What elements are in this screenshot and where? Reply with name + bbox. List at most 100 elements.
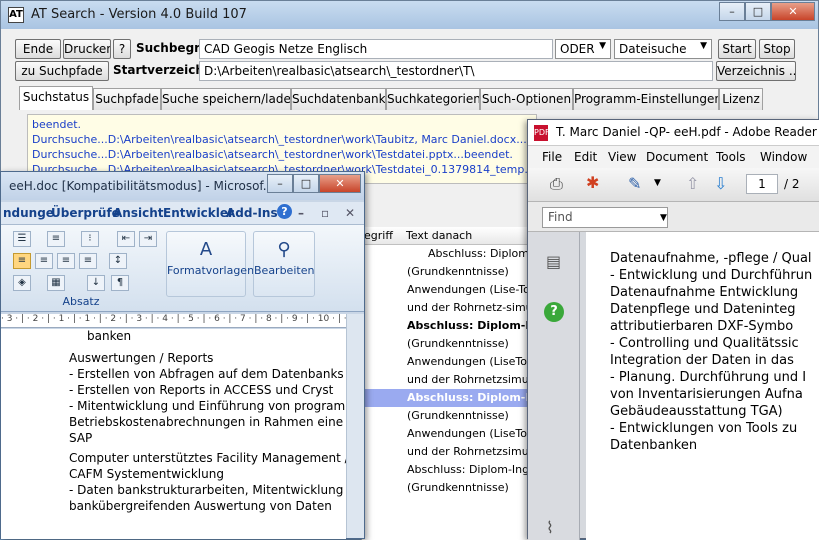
table-row[interactable]: und der Rohrnetzsimul	[362, 443, 529, 461]
pdf-line: Datenaufnahme Entwicklung	[610, 285, 799, 300]
table-row[interactable]: (Grundkenntnisse)	[362, 479, 529, 497]
tab-suchstatus[interactable]: Suchstatus	[19, 86, 93, 110]
ribbon-minimize-icon[interactable]: –	[298, 206, 304, 220]
ribbon-tab-add-ins[interactable]: Add-Ins	[226, 206, 278, 220]
word-maximize-button[interactable]: □	[293, 174, 319, 193]
table-row[interactable]: Abschluss: Diplom-Ing	[362, 317, 529, 335]
align-left-icon[interactable]: ≡	[13, 253, 31, 269]
stop-button[interactable]: Stop	[759, 39, 795, 59]
help-icon[interactable]: ?	[277, 204, 292, 219]
chevron-down-icon: ▼	[599, 41, 606, 51]
pages-icon[interactable]: ▤	[546, 252, 561, 271]
attachment-icon[interactable]: ⌇	[546, 518, 554, 537]
table-row[interactable]: Anwendungen (LiseToc	[362, 425, 529, 443]
increase-indent-icon[interactable]: ⇥	[139, 231, 157, 247]
menu-edit[interactable]: Edit	[574, 150, 597, 164]
table-row[interactable]: (Grundkenntnisse)	[362, 263, 529, 281]
tab-such-optionen[interactable]: Such-Optionen	[480, 88, 573, 110]
chevron-down-icon[interactable]: ▼	[654, 178, 661, 188]
table-row[interactable]: Anwendungen (Lise-To	[362, 281, 529, 299]
page-number-input[interactable]: 1	[746, 174, 778, 194]
pdf-line: Datenbanken	[610, 438, 698, 453]
tab-suche-speichern[interactable]: Suche speichern/laden	[161, 88, 291, 110]
start-button[interactable]: Start	[718, 39, 756, 59]
tab-suchdatenbank[interactable]: Suchdatenbank	[291, 88, 386, 110]
shading-icon[interactable]: ◈	[13, 275, 31, 291]
show-marks-icon[interactable]: ¶	[111, 275, 129, 291]
at-maximize-button[interactable]: □	[745, 2, 771, 21]
at-close-button[interactable]: ✕	[771, 2, 815, 21]
at-minimize-button[interactable]: –	[719, 2, 745, 21]
word-minimize-button[interactable]: –	[267, 174, 293, 193]
justify-icon[interactable]: ≡	[79, 253, 97, 269]
ribbon-tab-ansicht[interactable]: Ansicht	[113, 206, 163, 220]
table-row[interactable]: Anwendungen (LiseTo	[362, 353, 529, 371]
table-row-selected[interactable]: Abschluss: Diplom-Ing	[362, 389, 529, 407]
borders-icon[interactable]: ▦	[47, 275, 65, 291]
pdf-line: - Planung. Durchführung und I	[610, 370, 807, 385]
align-center-icon[interactable]: ≡	[35, 253, 53, 269]
at-search-titlebar[interactable]: AT AT Search - Version 4.0 Build 107 – □…	[1, 1, 818, 29]
word-titlebar[interactable]: eeH.doc [Kompatibilitätsmodus] - Microso…	[1, 172, 364, 200]
table-row[interactable]: (Grundkenntnisse)	[362, 407, 529, 425]
table-row[interactable]: (Grundkenntnisse)	[362, 335, 529, 353]
menu-file[interactable]: File	[542, 150, 562, 164]
drucken-button[interactable]: Drucken	[63, 39, 111, 59]
formatvorlagen-label: Formatvorlagen	[167, 264, 255, 277]
table-row[interactable]: und der Rohrnetz-simul	[362, 299, 529, 317]
ribbon-restore-icon[interactable]: ▫	[321, 206, 329, 220]
decrease-indent-icon[interactable]: ⇤	[117, 231, 135, 247]
tab-programm-einstellungen[interactable]: Programm-Einstellungen	[573, 88, 719, 110]
menu-tools[interactable]: Tools	[716, 150, 746, 164]
line-spacing-icon[interactable]: ↕	[109, 253, 127, 269]
zu-suchpfade-button[interactable]: zu Suchpfade	[15, 61, 109, 81]
verzeichnis-button[interactable]: Verzeichnis ...	[716, 61, 796, 81]
binoculars-icon: ⚲	[277, 239, 291, 260]
ribbon-tab-sendungen[interactable]: ndunge	[3, 206, 54, 220]
column-header-suchbegriff[interactable]: egriff	[364, 229, 393, 242]
table-row[interactable]: Abschluss: Diplom-	[362, 245, 529, 263]
at-search-app-icon: AT	[8, 7, 24, 23]
sort-icon[interactable]: ↓	[87, 275, 105, 291]
previous-page-icon[interactable]: ⇧	[686, 174, 699, 193]
bullet-list-icon[interactable]: ☰	[13, 231, 31, 247]
tab-suchkategorien[interactable]: Suchkategorien	[386, 88, 480, 110]
align-right-icon[interactable]: ≡	[57, 253, 75, 269]
comment-icon[interactable]: ✎	[628, 174, 641, 193]
pdf-line: Datenpflege und Dateninteg	[610, 302, 796, 317]
formatvorlagen-button[interactable]: A Formatvorlagen	[166, 231, 254, 297]
table-row[interactable]: und der Rohrnetzsimul	[362, 371, 529, 389]
multilevel-list-icon[interactable]: ⁝	[81, 231, 99, 247]
ribbon-tab-entwickler[interactable]: Entwickler	[163, 206, 234, 220]
find-input[interactable]: Find	[542, 207, 668, 228]
operator-select[interactable]: ODER ▼	[555, 39, 611, 59]
print-icon[interactable]: ⎙	[550, 174, 563, 194]
tab-lizenz[interactable]: Lizenz	[719, 88, 763, 110]
word-document-body[interactable]: banken Auswertungen / Reports - Erstelle…	[1, 329, 346, 539]
tab-suchpfade[interactable]: Suchpfade	[93, 88, 161, 110]
reader-page[interactable]: Datenaufnahme, -pflege / Qual - Entwickl…	[586, 232, 819, 540]
chevron-down-icon[interactable]: ▼	[660, 213, 667, 223]
word-vertical-scrollbar[interactable]	[346, 314, 364, 538]
menu-document[interactable]: Document	[646, 150, 708, 164]
suchbegriff-input[interactable]: CAD Geogis Netze Englisch	[199, 39, 553, 59]
help-icon[interactable]: ?	[544, 302, 564, 322]
results-table[interactable]: egriff Text danach Abschluss: Diplom- (G…	[361, 227, 529, 540]
menu-view[interactable]: View	[608, 150, 636, 164]
startverzeichnis-input[interactable]: D:\Arbeiten\realbasic\atsearch\_testordn…	[199, 61, 713, 81]
table-row[interactable]: Abschluss: Diplom-Ing	[362, 461, 529, 479]
help-button[interactable]: ?	[113, 39, 131, 59]
bearbeiten-button[interactable]: ⚲ Bearbeiten	[253, 231, 315, 297]
reader-titlebar[interactable]: PDF T. Marc Daniel -QP- eeH.pdf - Adobe …	[528, 120, 819, 146]
ribbon-tab-ueberpruefen[interactable]: Überprüfe	[51, 206, 120, 220]
collaborate-icon[interactable]: ✱	[586, 173, 599, 192]
searchtype-select[interactable]: Dateisuche ▼	[614, 39, 712, 59]
ende-button[interactable]: Ende	[15, 39, 61, 59]
menu-window[interactable]: Window	[760, 150, 807, 164]
word-close-button[interactable]: ✕	[319, 174, 361, 193]
column-header-text-danach[interactable]: Text danach	[406, 229, 472, 242]
horizontal-ruler[interactable]: · 3 · | · 2 · | · 1 · | · 1 · | · 2 · | …	[1, 314, 346, 328]
next-page-icon[interactable]: ⇩	[714, 174, 727, 193]
numbered-list-icon[interactable]: ≡	[47, 231, 65, 247]
ribbon-close-icon[interactable]: ✕	[345, 206, 355, 220]
